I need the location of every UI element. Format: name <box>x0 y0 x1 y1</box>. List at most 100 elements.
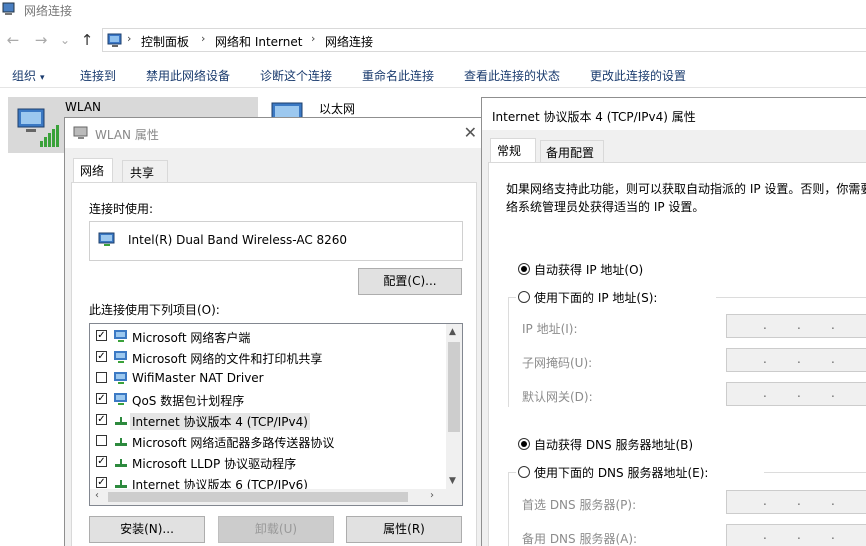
window-titlebar: 网络连接 <box>0 0 866 20</box>
ip-dot: . <box>831 386 835 400</box>
checkbox[interactable]: ✓ <box>96 477 107 488</box>
window-title: 网络连接 <box>24 4 73 18</box>
scroll-up-icon[interactable]: ▲ <box>449 327 456 337</box>
checkbox[interactable] <box>96 372 107 383</box>
ip-dot: . <box>763 494 767 508</box>
protocol-icon <box>115 459 127 467</box>
list-item[interactable]: ✓ Internet 协议版本 4 (TCP/IPv4) <box>96 410 436 430</box>
dns-auto-radio[interactable] <box>518 438 530 450</box>
tab-alternate-config[interactable]: 备用配置 <box>540 140 604 162</box>
breadcrumb-network-internet[interactable]: 网络和 Internet <box>215 33 302 50</box>
ip-dot: . <box>797 528 801 542</box>
ip-dot: . <box>831 528 835 542</box>
tab-network[interactable]: 网络 <box>73 158 113 182</box>
control-panel-icon <box>107 33 122 47</box>
list-item[interactable]: Microsoft 网络适配器多路传送器协议 <box>96 431 436 451</box>
wlan-properties-dialog: WLAN 属性 ✕ 网络 共享 连接时使用: Intel(R) Dual Ban… <box>64 117 488 546</box>
ip-address-field: . . . <box>726 314 866 338</box>
ip-dot: . <box>797 352 801 366</box>
list-item[interactable]: ✓ Microsoft 网络的文件和打印机共享 <box>96 347 436 367</box>
wireless-adapter-icon <box>17 108 59 147</box>
group-border <box>716 297 866 298</box>
tab-general[interactable]: 常规 <box>490 138 536 162</box>
diagnose-button[interactable]: 诊断这个连接 <box>260 67 332 84</box>
group-border <box>764 472 866 473</box>
checkbox[interactable] <box>96 435 107 446</box>
address-bar[interactable]: › 控制面板 › 网络和 Internet › 网络连接 <box>102 28 866 52</box>
checkbox[interactable]: ✓ <box>96 330 107 341</box>
dns-preferred-label: 首选 DNS 服务器(P): <box>522 498 637 512</box>
ip-dot: . <box>831 352 835 366</box>
subnet-field: . . . <box>726 348 866 372</box>
item-label: QoS 数据包计划程序 <box>132 394 245 408</box>
ip-auto-label[interactable]: 自动获得 IP 地址(O) <box>534 261 643 278</box>
disable-device-button[interactable]: 禁用此网络设备 <box>146 67 230 84</box>
list-item[interactable]: WifiMaster NAT Driver <box>96 368 436 388</box>
components-list[interactable]: ✓ Microsoft 网络客户端 ✓ Microsoft 网络的文件和打印机共… <box>89 323 463 506</box>
dns-manual-radio[interactable] <box>518 466 530 478</box>
breadcrumb-network-connections[interactable]: 网络连接 <box>325 33 373 50</box>
horizontal-scrollbar[interactable]: ‹ › <box>90 489 462 505</box>
description-line: 如果网络支持此功能，则可以获取自动指派的 IP 设置。否则，你需要 <box>506 182 866 196</box>
ip-address-label: IP 地址(I): <box>522 322 578 336</box>
network-adapter-icon <box>73 126 88 139</box>
vertical-scrollbar[interactable]: ▲ ▼ <box>446 324 462 490</box>
group-border <box>508 472 509 546</box>
ip-manual-label[interactable]: 使用下面的 IP 地址(S): <box>534 289 657 306</box>
driver-icon <box>114 372 127 384</box>
dialog-title: WLAN 属性 <box>95 128 159 142</box>
list-item[interactable]: ✓ Microsoft 网络客户端 <box>96 326 436 346</box>
gateway-field: . . . <box>726 382 866 406</box>
ip-dot: . <box>763 318 767 332</box>
adapter-name: Intel(R) Dual Band Wireless-AC 8260 <box>128 233 348 247</box>
scroll-down-icon[interactable]: ▼ <box>449 476 456 486</box>
uninstall-button[interactable]: 卸载(U) <box>218 516 334 543</box>
dns-manual-label[interactable]: 使用下面的 DNS 服务器地址(E): <box>534 464 708 481</box>
ip-dot: . <box>797 494 801 508</box>
scroll-right-icon[interactable]: › <box>430 490 434 501</box>
configure-button[interactable]: 配置(C)... <box>358 268 462 295</box>
command-bar: 组织 ▾ 连接到 禁用此网络设备 诊断这个连接 重命名此连接 查看此连接的状态 更… <box>0 62 866 88</box>
rename-button[interactable]: 重命名此连接 <box>362 67 434 84</box>
scroll-thumb[interactable] <box>448 342 460 432</box>
ip-manual-radio[interactable] <box>518 291 530 303</box>
dns-alternate-field: . . . <box>726 524 866 546</box>
properties-button[interactable]: 属性(R) <box>346 516 462 543</box>
view-status-button[interactable]: 查看此连接的状态 <box>464 67 560 84</box>
description-line: 络系统管理员处获得适当的 IP 设置。 <box>506 200 705 214</box>
checkbox[interactable]: ✓ <box>96 414 107 425</box>
list-item[interactable]: ✓ Microsoft LLDP 协议驱动程序 <box>96 452 436 472</box>
group-border <box>508 297 509 407</box>
breadcrumb-control-panel[interactable]: 控制面板 <box>141 33 189 50</box>
tab-sharing[interactable]: 共享 <box>122 160 168 182</box>
group-border <box>508 297 516 298</box>
change-settings-button[interactable]: 更改此连接的设置 <box>590 67 686 84</box>
items-label: 此连接使用下列项目(O): <box>89 303 220 317</box>
recent-dropdown-icon[interactable]: ⌄ <box>56 30 74 50</box>
list-item[interactable]: ✓ QoS 数据包计划程序 <box>96 389 436 409</box>
ip-auto-radio[interactable] <box>518 263 530 275</box>
up-icon[interactable]: ↑ <box>78 30 96 50</box>
dialog-titlebar: WLAN 属性 ✕ <box>65 118 487 148</box>
forward-icon[interactable]: → <box>32 30 50 50</box>
checkbox[interactable]: ✓ <box>96 393 107 404</box>
connect-to-button[interactable]: 连接到 <box>80 67 116 84</box>
dialog-title: Internet 协议版本 4 (TCP/IPv4) 属性 <box>492 110 696 124</box>
address-row: ← → ⌄ ↑ › 控制面板 › 网络和 Internet › 网络连接 <box>0 26 866 54</box>
install-button[interactable]: 安装(N)... <box>89 516 205 543</box>
organize-button[interactable]: 组织 ▾ <box>12 67 45 84</box>
breadcrumb-separator: › <box>311 32 316 45</box>
network-adapter-icon <box>98 232 115 246</box>
checkbox[interactable]: ✓ <box>96 351 107 362</box>
item-label: Microsoft 网络适配器多路传送器协议 <box>132 436 335 450</box>
scroll-left-icon[interactable]: ‹ <box>95 490 99 501</box>
checkbox[interactable]: ✓ <box>96 456 107 467</box>
connect-using-label: 连接时使用: <box>89 202 154 216</box>
ip-dot: . <box>763 386 767 400</box>
close-icon[interactable]: ✕ <box>464 123 477 142</box>
tab-strip: 网络 共享 <box>73 158 473 182</box>
scroll-thumb[interactable] <box>108 492 408 502</box>
ip-dot: . <box>831 494 835 508</box>
dns-auto-label[interactable]: 自动获得 DNS 服务器地址(B) <box>534 436 693 453</box>
back-icon[interactable]: ← <box>4 30 22 50</box>
